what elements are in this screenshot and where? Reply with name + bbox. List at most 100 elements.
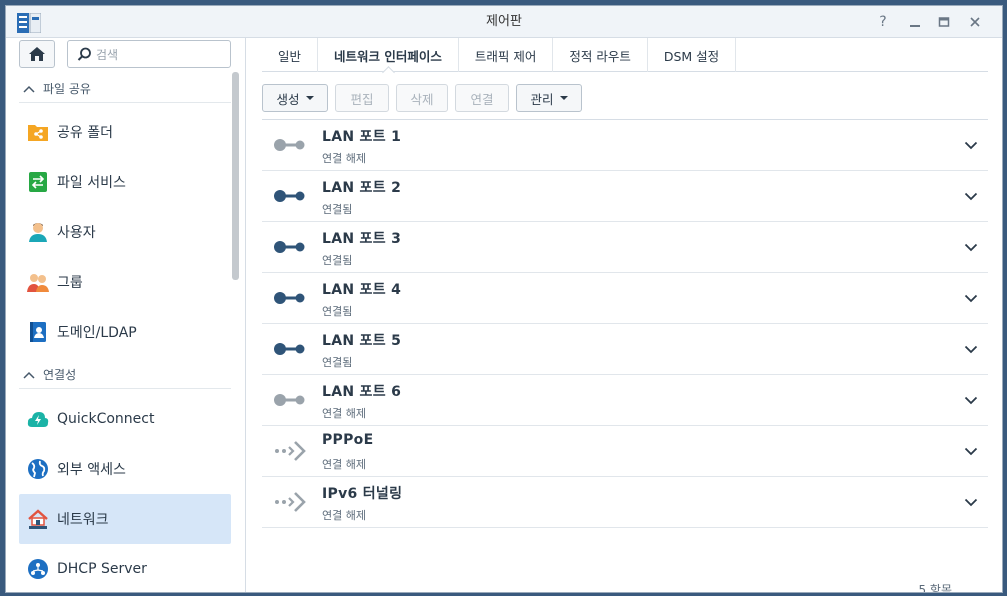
manage-button[interactable]: 관리 [516, 84, 582, 112]
interface-name: IPv6 터널링 [322, 486, 403, 502]
tab-dsm-settings[interactable]: DSM 설정 [648, 38, 737, 72]
create-button[interactable]: 생성 [262, 84, 328, 112]
manage-button-label: 관리 [530, 91, 554, 107]
chevron-down-icon [964, 294, 978, 302]
chevron-down-icon [964, 396, 978, 404]
user-icon [27, 221, 49, 243]
chevron-up-icon [23, 371, 43, 379]
quickconnect-icon [27, 408, 49, 430]
sidebar-item-network[interactable]: 네트워크 [19, 494, 231, 544]
interface-row[interactable]: LAN 포트 5 연결됨 [262, 324, 988, 375]
connect-button[interactable]: 연결 [455, 84, 509, 112]
minimize-icon [910, 25, 920, 27]
item-count: 5 항목 [918, 583, 952, 593]
sidebar-item-user[interactable]: 사용자 [19, 207, 231, 257]
section-file-sharing[interactable]: 파일 공유 [19, 75, 231, 103]
dhcp-server-icon [27, 558, 49, 580]
interface-row[interactable]: LAN 포트 6 연결 해제 [262, 375, 988, 426]
minimize-button[interactable] [906, 13, 924, 31]
shared-folder-icon [27, 121, 49, 143]
sidebar-item-dhcp-server[interactable]: DHCP Server [19, 544, 231, 592]
sidebar-item-label: QuickConnect [57, 411, 155, 427]
sidebar: 파일 공유 공유 폴더 파일 서비스 사용자 그룹 [6, 38, 246, 592]
interface-row[interactable]: LAN 포트 2 연결됨 [262, 171, 988, 222]
lan-port-icon [272, 387, 308, 413]
search-box [67, 40, 231, 68]
file-services-icon [27, 171, 49, 193]
sidebar-item-label: 네트워크 [57, 512, 109, 528]
interface-row[interactable]: LAN 포트 3 연결됨 [262, 222, 988, 273]
expand-chevron-button[interactable] [962, 493, 980, 511]
caret-down-icon [305, 96, 314, 100]
section-label: 연결성 [43, 368, 77, 382]
tab-static-route[interactable]: 정적 라우트 [553, 38, 648, 72]
interface-row[interactable]: LAN 포트 1 연결 해제 [262, 120, 988, 171]
window-title: 제어판 [486, 14, 522, 29]
interface-status: 연결됨 [322, 356, 353, 369]
interface-name: LAN 포트 4 [322, 282, 402, 298]
chevron-up-icon [23, 85, 43, 93]
maximize-icon [938, 17, 950, 27]
expand-chevron-button[interactable] [962, 442, 980, 460]
main-panel: 일반 네트워크 인터페이스 트래픽 제어 정적 라우트 DSM 설정 생성 편집… [247, 38, 1002, 593]
sidebar-scrollbar[interactable] [232, 72, 239, 280]
sidebar-item-shared-folder[interactable]: 공유 폴더 [19, 107, 231, 157]
edit-button[interactable]: 편집 [335, 84, 389, 112]
sidebar-item-label: DHCP Server [57, 561, 147, 577]
interface-row[interactable]: LAN 포트 4 연결됨 [262, 273, 988, 324]
expand-chevron-button[interactable] [962, 340, 980, 358]
create-button-label: 생성 [276, 91, 300, 107]
section-connectivity[interactable]: 연결성 [19, 361, 231, 389]
interface-list: LAN 포트 1 연결 해제 LAN 포트 2 연결됨 LAN 포트 3 연결됨 LAN 포… [262, 119, 988, 528]
toolbar: 생성 편집 삭제 연결 관리 [262, 84, 589, 112]
interface-name: LAN 포트 2 [322, 180, 402, 196]
interface-name: LAN 포트 3 [322, 231, 402, 247]
sidebar-item-external-access[interactable]: 외부 액세스 [19, 444, 231, 494]
sidebar-item-file-services[interactable]: 파일 서비스 [19, 157, 231, 207]
tab-bar: 일반 네트워크 인터페이스 트래픽 제어 정적 라우트 DSM 설정 [262, 38, 988, 72]
sidebar-item-label: 사용자 [57, 225, 96, 241]
home-button[interactable] [19, 40, 55, 68]
lan-port-icon [272, 336, 308, 362]
search-input[interactable] [96, 45, 226, 65]
tab-general[interactable]: 일반 [262, 38, 319, 72]
delete-button[interactable]: 삭제 [396, 84, 448, 112]
tab-network-interface[interactable]: 네트워크 인터페이스 [318, 38, 459, 72]
home-icon [29, 47, 45, 61]
chevron-down-icon [964, 141, 978, 149]
title-bar: 제어판 ? [6, 6, 1002, 38]
lan-port-icon [272, 183, 308, 209]
sidebar-item-domain-ldap[interactable]: 도메인/LDAP [19, 307, 231, 357]
interface-status: 연결 해제 [322, 458, 366, 471]
expand-chevron-button[interactable] [962, 238, 980, 256]
tab-traffic-control[interactable]: 트래픽 제어 [459, 38, 554, 72]
chevron-down-icon [964, 345, 978, 353]
expand-chevron-button[interactable] [962, 289, 980, 307]
interface-row[interactable]: IPv6 터널링연결 해제 [262, 477, 988, 528]
tunnel-icon [272, 438, 308, 464]
interface-status: 연결 해제 [322, 407, 366, 420]
expand-chevron-button[interactable] [962, 391, 980, 409]
chevron-down-icon [964, 192, 978, 200]
network-icon [27, 508, 49, 530]
interface-row[interactable]: PPPoE 연결 해제 [262, 426, 988, 477]
interface-name: LAN 포트 5 [322, 333, 402, 349]
sidebar-item-quickconnect[interactable]: QuickConnect [19, 394, 231, 444]
interface-status: 연결됨 [322, 305, 353, 318]
expand-chevron-button[interactable] [962, 187, 980, 205]
sidebar-item-label: 도메인/LDAP [57, 325, 137, 341]
external-access-icon [27, 458, 49, 480]
interface-name: LAN 포트 1 [322, 129, 402, 145]
maximize-button[interactable] [935, 13, 953, 31]
interface-status: 연결됨 [322, 254, 353, 267]
interface-status: 연결 해제 [322, 509, 366, 522]
chevron-down-icon [964, 243, 978, 251]
sidebar-item-label: 그룹 [57, 275, 83, 291]
sidebar-item-label: 공유 폴더 [57, 125, 113, 141]
sidebar-item-label: 파일 서비스 [57, 175, 126, 191]
sidebar-item-group[interactable]: 그룹 [19, 257, 231, 307]
help-button[interactable]: ? [874, 13, 892, 31]
sidebar-item-label: 외부 액세스 [57, 462, 126, 478]
expand-chevron-button[interactable] [962, 136, 980, 154]
close-button[interactable] [966, 13, 984, 31]
